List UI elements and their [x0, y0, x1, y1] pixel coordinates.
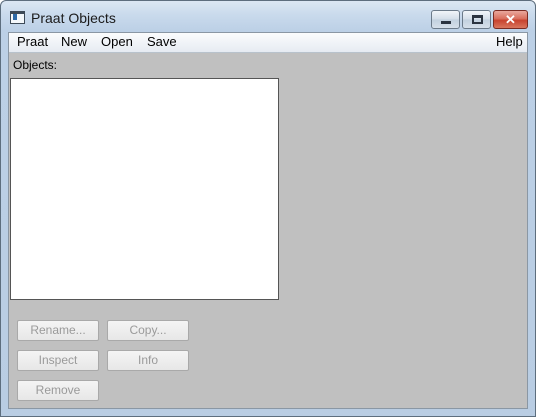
- title-bar[interactable]: Praat Objects ✕: [1, 1, 535, 32]
- remove-button[interactable]: Remove: [17, 380, 99, 401]
- menu-open[interactable]: Open: [100, 34, 134, 49]
- menu-praat[interactable]: Praat: [16, 34, 49, 49]
- praat-objects-window: Praat Objects ✕ Praat New Open Save Help…: [0, 0, 536, 417]
- menu-help[interactable]: Help: [495, 34, 524, 49]
- close-button[interactable]: ✕: [493, 10, 528, 29]
- window-title: Praat Objects: [31, 10, 116, 26]
- maximize-icon: [472, 15, 483, 24]
- minimize-button[interactable]: [431, 10, 460, 29]
- objects-list[interactable]: [10, 78, 279, 300]
- inspect-button[interactable]: Inspect: [17, 350, 99, 371]
- menu-bar: Praat New Open Save Help: [9, 33, 527, 53]
- client-area: Praat New Open Save Help Objects: Rename…: [8, 32, 528, 409]
- close-icon: ✕: [505, 12, 516, 27]
- menu-save[interactable]: Save: [146, 34, 178, 49]
- objects-label: Objects:: [13, 58, 58, 72]
- app-icon[interactable]: [10, 11, 25, 24]
- info-button[interactable]: Info: [107, 350, 189, 371]
- rename-button[interactable]: Rename...: [17, 320, 99, 341]
- minimize-icon: [441, 21, 451, 24]
- menu-new[interactable]: New: [60, 34, 88, 49]
- copy-button[interactable]: Copy...: [107, 320, 189, 341]
- maximize-button[interactable]: [462, 10, 491, 29]
